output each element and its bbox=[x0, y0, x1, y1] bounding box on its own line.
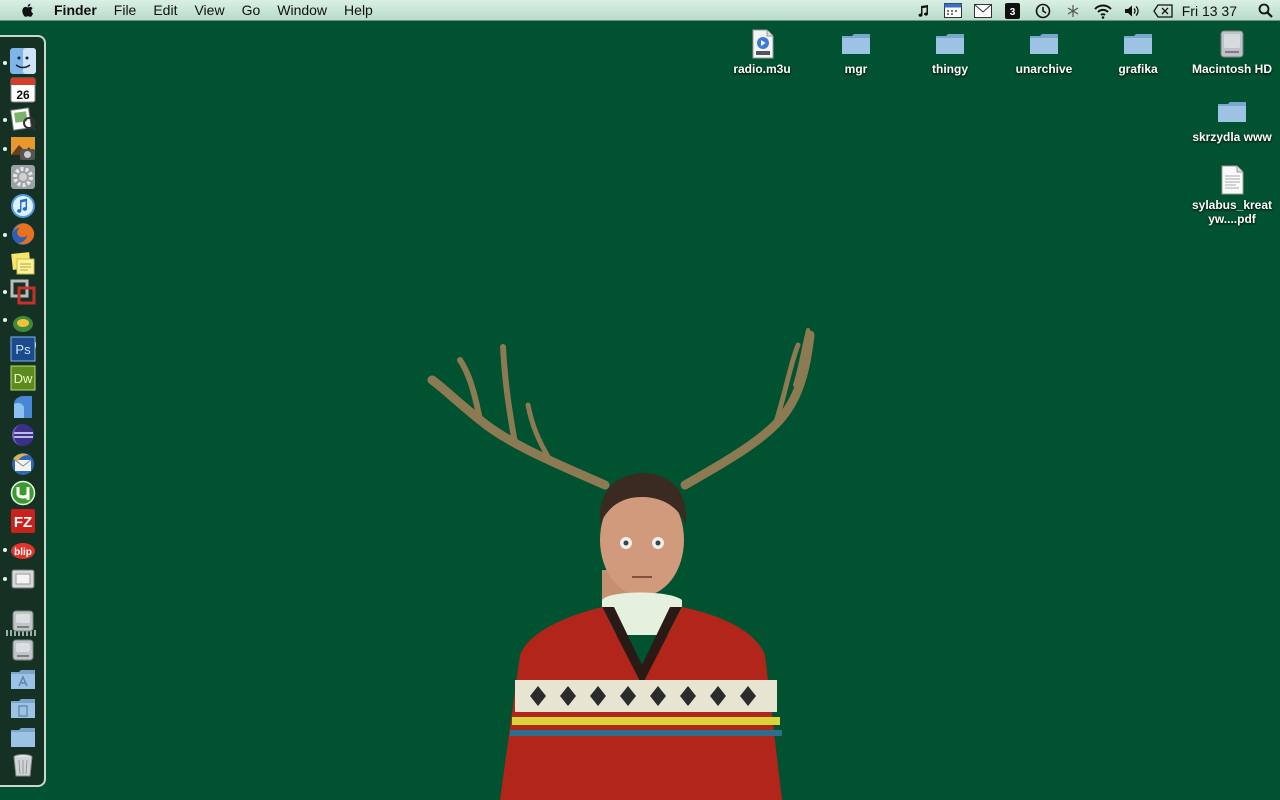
folder-icon bbox=[1124, 34, 1152, 54]
documents-folder-icon[interactable] bbox=[10, 695, 36, 721]
folder-icon bbox=[1030, 34, 1058, 54]
camera-icon[interactable] bbox=[10, 566, 36, 592]
volume-icon[interactable] bbox=[1118, 0, 1148, 21]
menu-window[interactable]: Window bbox=[277, 0, 327, 21]
running-indicator bbox=[3, 290, 7, 294]
folder-icon bbox=[936, 34, 964, 54]
finder-icon[interactable] bbox=[10, 48, 36, 74]
photo-icon[interactable] bbox=[10, 135, 36, 161]
desktop-icon-mgr[interactable]: mgr bbox=[814, 28, 898, 76]
drive-icon[interactable] bbox=[10, 608, 36, 634]
photoshop-label: Ps bbox=[15, 342, 31, 357]
filezilla-icon[interactable]: FZ bbox=[10, 508, 36, 534]
blip-label: blip bbox=[14, 547, 32, 558]
running-indicator bbox=[3, 233, 7, 237]
music-icon[interactable] bbox=[10, 193, 36, 219]
desktop-icon-sylabus-pdf[interactable]: sylabus_kreatyw....pdf bbox=[1190, 164, 1274, 226]
input-icon[interactable] bbox=[1148, 0, 1178, 21]
desktop-icon-grafika[interactable]: grafika bbox=[1096, 28, 1180, 76]
menu-bar: Finder File Edit View Go Window Help 3 F… bbox=[0, 0, 1280, 21]
wallpaper-figure bbox=[427, 328, 815, 800]
wifi-icon[interactable] bbox=[1088, 0, 1118, 21]
firefox-icon[interactable] bbox=[10, 221, 36, 247]
desktop-icon-label: Macintosh HD bbox=[1191, 62, 1272, 76]
desktop-icon-radio-m3u[interactable]: radio.m3u bbox=[720, 28, 804, 76]
running-indicator bbox=[3, 61, 7, 65]
mail-icon[interactable] bbox=[968, 0, 998, 21]
folder-icon[interactable] bbox=[10, 724, 36, 750]
bluetooth-icon[interactable] bbox=[1058, 0, 1088, 21]
gear-icon[interactable] bbox=[10, 164, 36, 190]
timer-icon[interactable]: 3 bbox=[998, 0, 1028, 21]
desktop-icon-label: skrzydla www bbox=[1192, 130, 1272, 144]
spotlight-icon[interactable] bbox=[1250, 0, 1280, 21]
desktop-icon-label: mgr bbox=[844, 62, 868, 76]
calendar-date: 26 bbox=[16, 88, 30, 102]
running-indicator bbox=[3, 577, 7, 581]
menu-edit[interactable]: Edit bbox=[153, 0, 177, 21]
filezilla-label: FZ bbox=[14, 514, 32, 531]
calendar-icon[interactable] bbox=[938, 0, 968, 21]
ftp-icon[interactable] bbox=[10, 394, 36, 420]
photoshop-icon[interactable]: Ps bbox=[10, 336, 36, 362]
desktop-icon-label: thingy bbox=[932, 62, 968, 76]
menu-finder[interactable]: Finder bbox=[54, 0, 97, 21]
running-indicator bbox=[3, 118, 7, 122]
dock: 26 202 Ps bbox=[0, 35, 46, 787]
menu-help[interactable]: Help bbox=[344, 0, 373, 21]
desktop-icon-label: radio.m3u bbox=[733, 62, 791, 76]
folder-icon bbox=[1218, 102, 1246, 122]
applications-folder-icon[interactable] bbox=[10, 666, 36, 692]
desktop-icon-skrzydla-www[interactable]: skrzydla www bbox=[1190, 96, 1274, 144]
desktop-icon-label: sylabus_kreatyw....pdf bbox=[1191, 198, 1273, 226]
desktop-icon-label: grafika bbox=[1118, 62, 1158, 76]
hard-drive-icon bbox=[1220, 30, 1244, 58]
apple-icon[interactable] bbox=[19, 1, 37, 19]
running-indicator bbox=[3, 147, 7, 151]
desktop-icon-label: unarchive bbox=[1015, 62, 1073, 76]
notes-icon[interactable] bbox=[10, 250, 36, 276]
menu-clock[interactable]: Fri 13 37 bbox=[1182, 3, 1237, 19]
blip-icon[interactable]: blip bbox=[10, 537, 36, 563]
preview-icon[interactable] bbox=[10, 106, 36, 132]
vm-icon[interactable] bbox=[10, 279, 36, 305]
desktop-icon-macintosh-hd[interactable]: Macintosh HD bbox=[1190, 28, 1274, 76]
running-indicator bbox=[3, 548, 7, 552]
svg-text:3: 3 bbox=[1010, 7, 1016, 18]
trash-icon[interactable] bbox=[10, 752, 36, 778]
torrent-icon[interactable] bbox=[10, 480, 36, 506]
time-machine-icon[interactable] bbox=[1028, 0, 1058, 21]
dreamweaver-label: Dw bbox=[14, 371, 33, 386]
desktop-icon-unarchive[interactable]: unarchive bbox=[1002, 28, 1086, 76]
menu-go[interactable]: Go bbox=[242, 0, 261, 21]
running-indicator bbox=[3, 318, 7, 322]
drive-icon[interactable] bbox=[10, 637, 36, 663]
menu-view[interactable]: View bbox=[194, 0, 224, 21]
music-note-icon[interactable] bbox=[908, 0, 938, 21]
dreamweaver-icon[interactable]: Dw bbox=[10, 365, 36, 391]
playlist-file-icon bbox=[752, 29, 774, 59]
pdf-file-icon bbox=[1221, 165, 1244, 195]
desktop-icon-thingy[interactable]: thingy bbox=[908, 28, 992, 76]
calendar-icon[interactable]: 26 bbox=[10, 77, 36, 103]
folder-icon bbox=[842, 34, 870, 54]
menu-file[interactable]: File bbox=[114, 0, 137, 21]
chat-icon[interactable] bbox=[10, 308, 36, 334]
mail-icon[interactable] bbox=[10, 451, 36, 477]
eclipse-icon[interactable] bbox=[10, 422, 36, 448]
